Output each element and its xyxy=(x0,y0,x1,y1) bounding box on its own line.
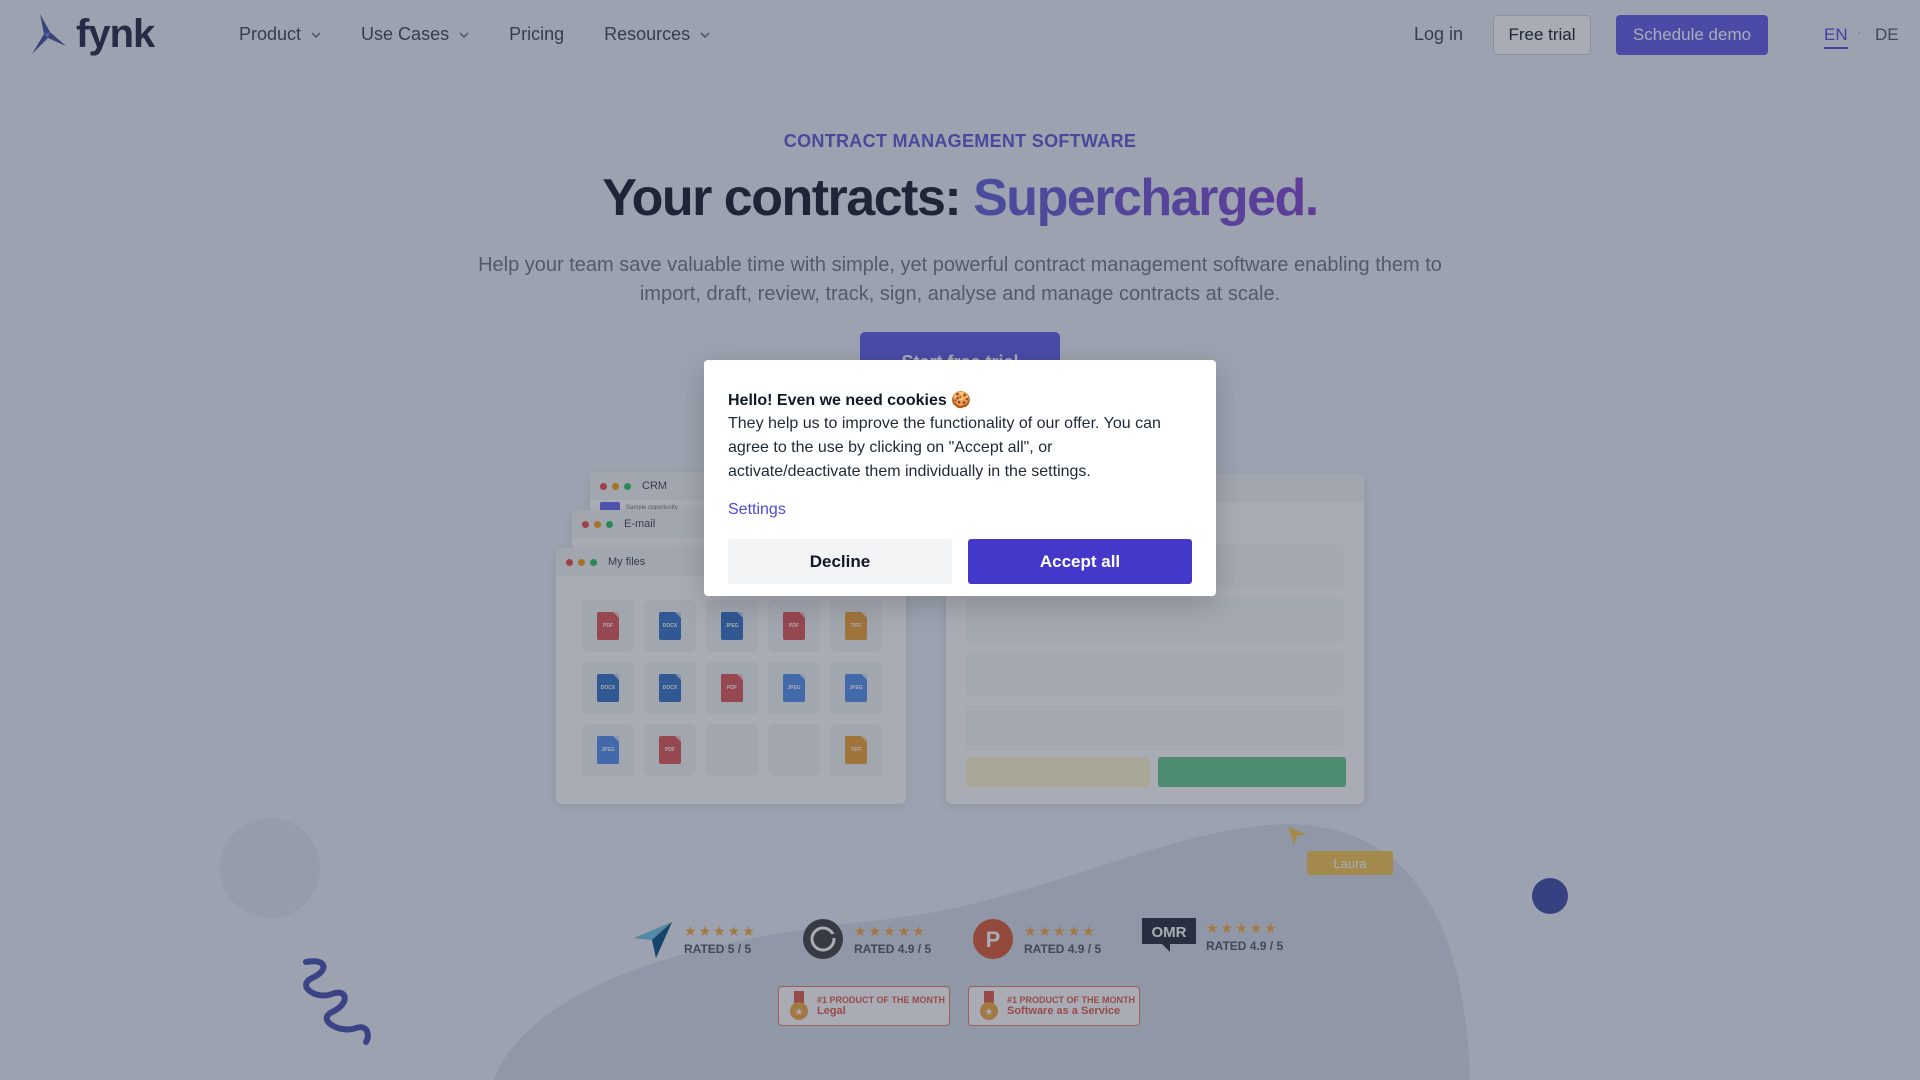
cookie-body: They help us to improve the functionalit… xyxy=(728,415,1161,480)
cookie-title: Hello! Even we need cookies 🍪 xyxy=(728,392,972,409)
page: fynk Product Use Cases Pricing Resources… xyxy=(0,0,1920,1080)
accept-all-button[interactable]: Accept all xyxy=(968,539,1192,584)
cookie-modal: Hello! Even we need cookies 🍪 They help … xyxy=(704,360,1216,596)
decline-button[interactable]: Decline xyxy=(728,539,952,584)
cookie-settings-link[interactable]: Settings xyxy=(728,501,786,519)
